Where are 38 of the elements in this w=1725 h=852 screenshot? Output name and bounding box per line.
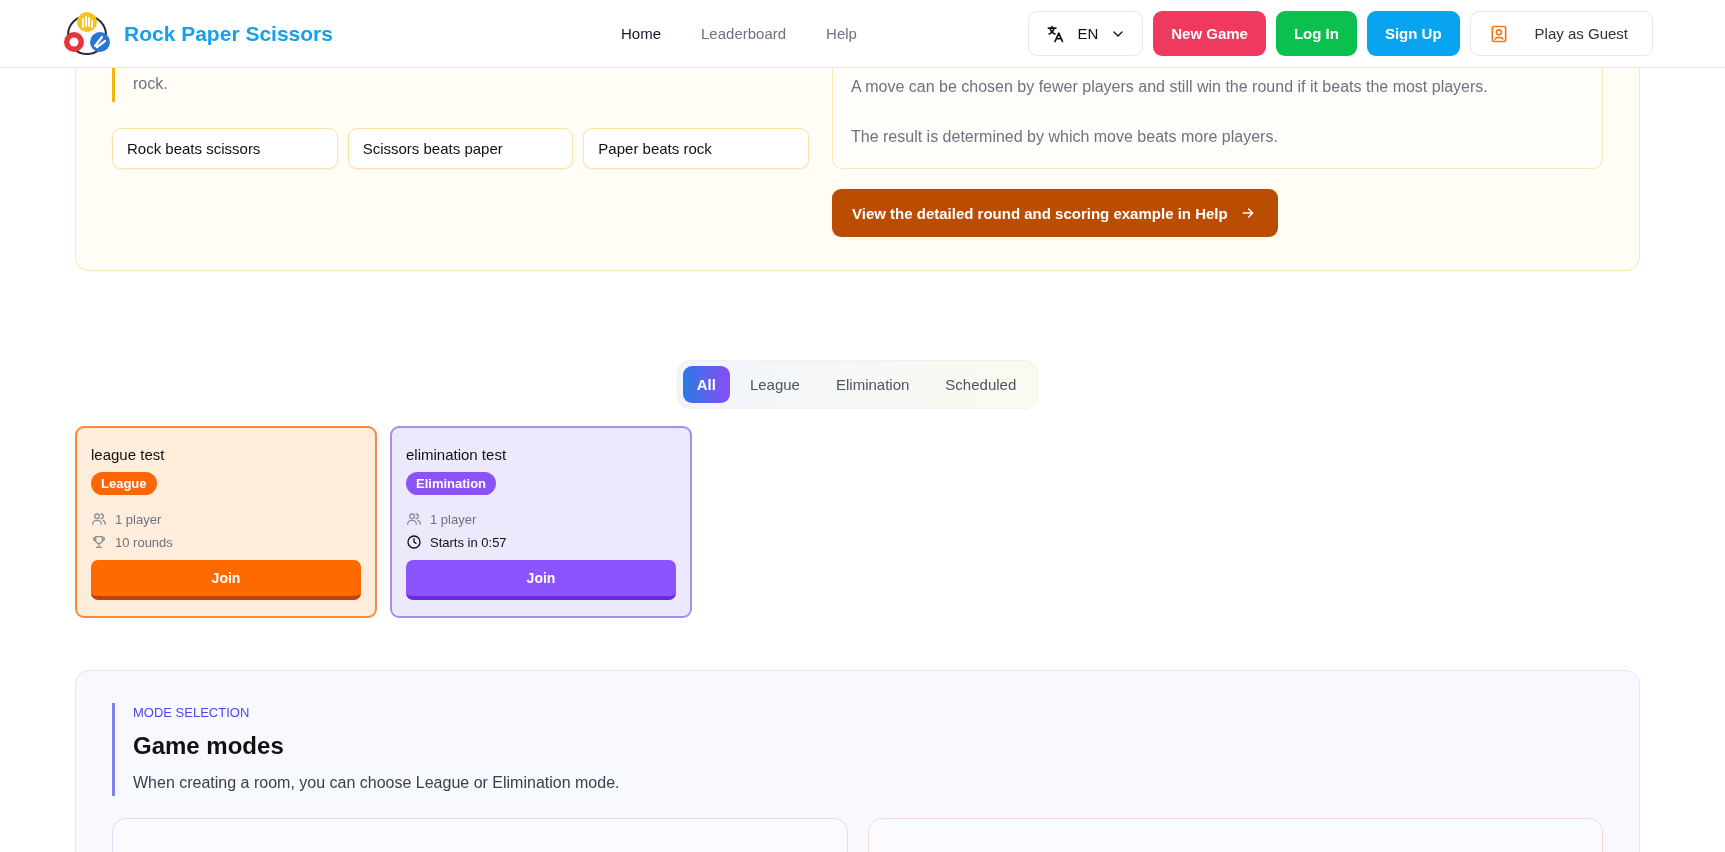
mode-tag: League: [91, 472, 157, 495]
join-button[interactable]: Join: [406, 560, 676, 600]
guest-button[interactable]: Play as Guest: [1469, 11, 1653, 56]
rule-chip: Paper beats rock: [583, 128, 809, 169]
translate-icon: [1045, 23, 1066, 44]
help-link-button[interactable]: View the detailed round and scoring example in Help: [832, 189, 1278, 237]
trophy-icon: [91, 534, 107, 550]
users-icon: [91, 511, 107, 527]
nav-link[interactable]: Home: [621, 25, 661, 42]
filter-tab[interactable]: Scheduled: [929, 366, 1033, 403]
clock-icon: [406, 534, 422, 550]
note-text: The result is determined by which move beats more players.: [851, 127, 1279, 147]
room-name: elimination test: [406, 446, 508, 463]
new-game-button[interactable]: New Game: [1153, 11, 1266, 56]
rules-text: rock.: [133, 74, 169, 94]
room-name: league test: [91, 446, 166, 463]
player-count: 1 player: [430, 511, 477, 527]
sign-up-button[interactable]: Sign Up: [1366, 11, 1460, 56]
mode-tag: Elimination: [406, 472, 497, 495]
note-text: A move can be chosen by fewer players and still win the round if it beats the most players.: [851, 77, 1489, 97]
rule-chip: Scissors beats paper: [347, 128, 574, 169]
rule-chip: Rock beats scissors: [112, 128, 338, 169]
filter-tab[interactable]: All: [682, 366, 730, 403]
users-icon: [406, 511, 422, 527]
section-description: When creating a room, you can choose League or Elimination mode.: [133, 774, 621, 792]
section-eyebrow: MODE SELECTION: [133, 705, 251, 720]
filter-tab[interactable]: League: [733, 366, 816, 403]
player-count: 1 player: [115, 511, 162, 527]
countdown-text: Starts in 0:57: [430, 534, 507, 550]
section-title: Game modes: [133, 732, 285, 760]
nav-link[interactable]: Help: [826, 25, 857, 42]
language-selector[interactable]: EN: [1028, 11, 1144, 56]
join-button[interactable]: Join: [91, 560, 361, 600]
rounds-text: 10 rounds: [115, 534, 173, 550]
nav-link[interactable]: Leaderboard: [701, 25, 787, 42]
filter-tab[interactable]: Elimination: [819, 366, 926, 403]
logo-icon: [62, 10, 112, 57]
app-title: Rock Paper Scissors: [124, 21, 333, 46]
